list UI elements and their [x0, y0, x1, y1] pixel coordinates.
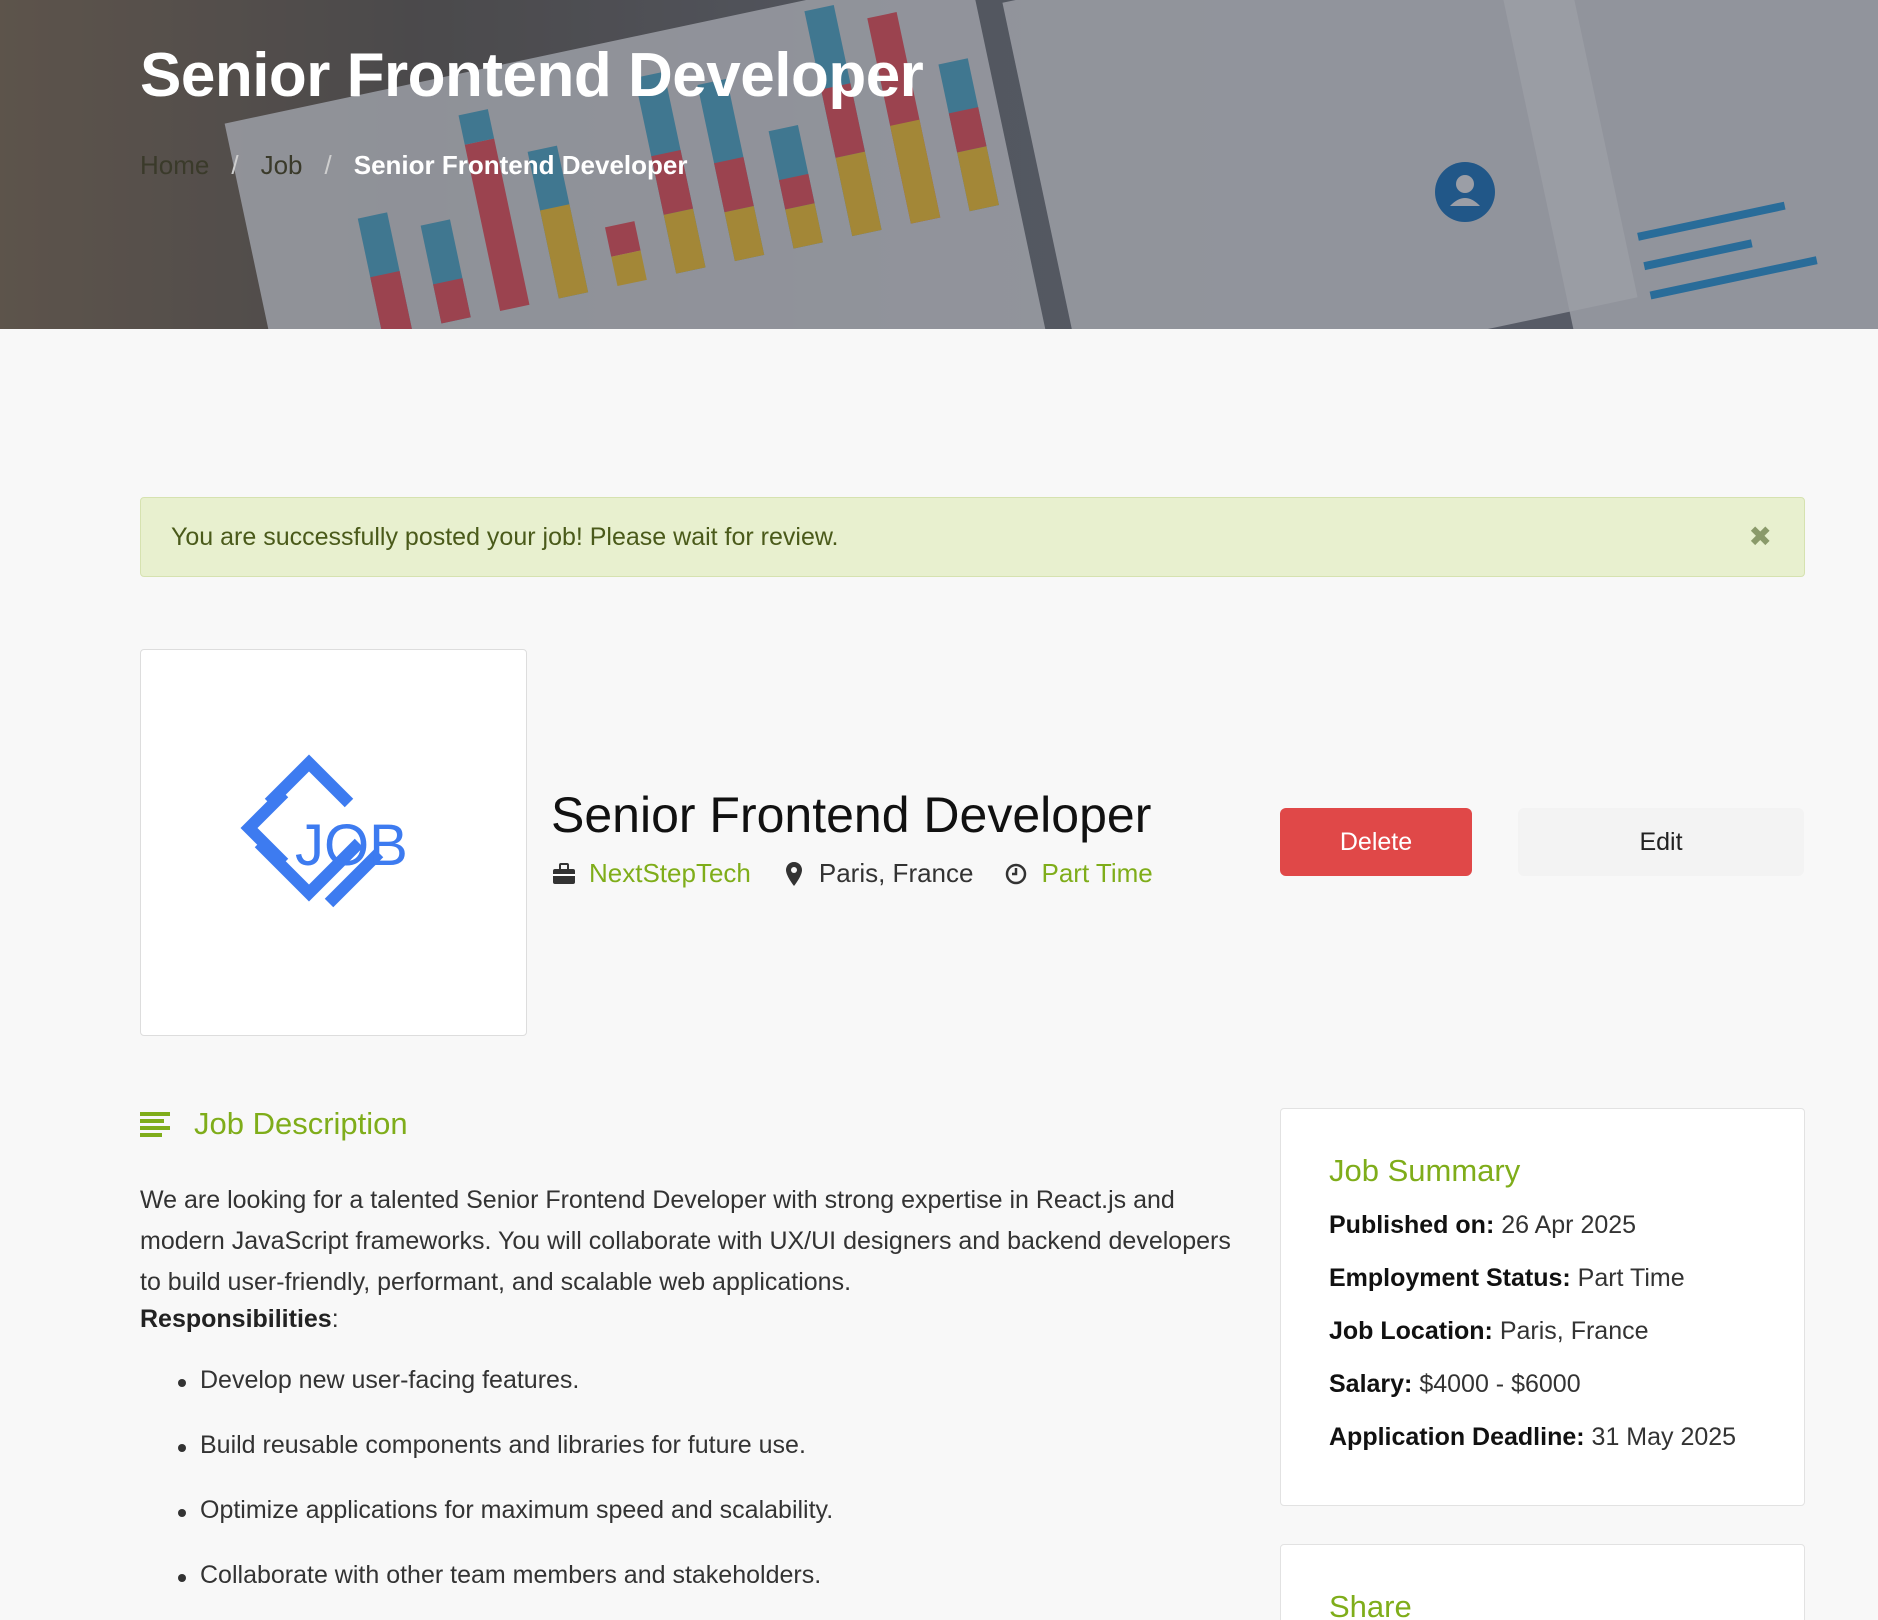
summary-row-status: Employment Status: Part Time: [1329, 1264, 1685, 1292]
breadcrumb-home[interactable]: Home: [140, 150, 209, 181]
summary-row-published: Published on: 26 Apr 2025: [1329, 1211, 1637, 1239]
summary-row-salary: Salary: $4000 - $6000: [1329, 1370, 1581, 1398]
breadcrumb-job[interactable]: Job: [261, 150, 303, 181]
company-link[interactable]: NextStepTech: [589, 858, 751, 889]
breadcrumb-separator: /: [231, 150, 239, 180]
page-title: Senior Frontend Developer: [140, 41, 924, 110]
type-meta: Part Time: [1003, 858, 1153, 889]
delete-button[interactable]: Delete: [1280, 808, 1472, 876]
map-pin-icon: [781, 861, 807, 887]
alert-message: You are successfully posted your job! Pl…: [171, 522, 839, 551]
logo-text: JOB: [295, 813, 408, 878]
breadcrumb-separator: /: [324, 150, 332, 180]
breadcrumb: Home / Job / Senior Frontend Developer: [140, 150, 687, 181]
company-logo-card: JOB: [140, 649, 527, 1036]
briefcase-icon: [551, 861, 577, 887]
job-description-text: We are looking for a talented Senior Fro…: [140, 1186, 1231, 1296]
company-meta: NextStepTech: [551, 858, 751, 889]
job-title: Senior Frontend Developer: [551, 787, 1152, 843]
summary-row-deadline: Application Deadline: 31 May 2025: [1329, 1423, 1737, 1451]
responsibilities-list: Develop new user-facing features. Build …: [178, 1366, 833, 1620]
summary-title: Job Summary: [1329, 1153, 1521, 1188]
list-item: Optimize applications for maximum speed …: [178, 1496, 833, 1561]
list-item: Build reusable components and libraries …: [178, 1431, 833, 1496]
clock-icon: [1003, 861, 1029, 887]
location-meta: Paris, France: [781, 858, 974, 889]
section-title: Job Description: [194, 1106, 408, 1141]
list-lines-icon: [140, 1112, 170, 1137]
job-location: Paris, France: [818, 858, 974, 888]
share-card: Share: [1280, 1544, 1805, 1620]
breadcrumb-current: Senior Frontend Developer: [353, 150, 688, 180]
share-title: Share: [1329, 1589, 1412, 1620]
hero-banner: Senior Frontend Developer Home / Job / S…: [0, 0, 1878, 329]
list-item: Develop new user-facing features.: [178, 1366, 833, 1431]
summary-row-location: Job Location: Paris, France: [1329, 1317, 1649, 1345]
edit-button[interactable]: Edit: [1518, 808, 1804, 876]
job-description-heading: Job Description: [140, 1106, 408, 1142]
company-logo: JOB: [154, 663, 513, 1022]
job-summary-card: Job Summary Published on: 26 Apr 2025 Em…: [1280, 1108, 1805, 1506]
success-alert: You are successfully posted your job! Pl…: [140, 497, 1805, 577]
job-type-link[interactable]: Part Time: [1041, 858, 1152, 889]
job-meta: NextStepTech Paris, France Part Time: [551, 858, 1183, 889]
job-logo-graphic: JOB: [240, 754, 408, 907]
list-item: Collaborate with other team members and …: [178, 1561, 833, 1620]
close-icon[interactable]: ✖: [1749, 520, 1772, 553]
responsibilities-label: Responsibilities:: [140, 1305, 339, 1333]
